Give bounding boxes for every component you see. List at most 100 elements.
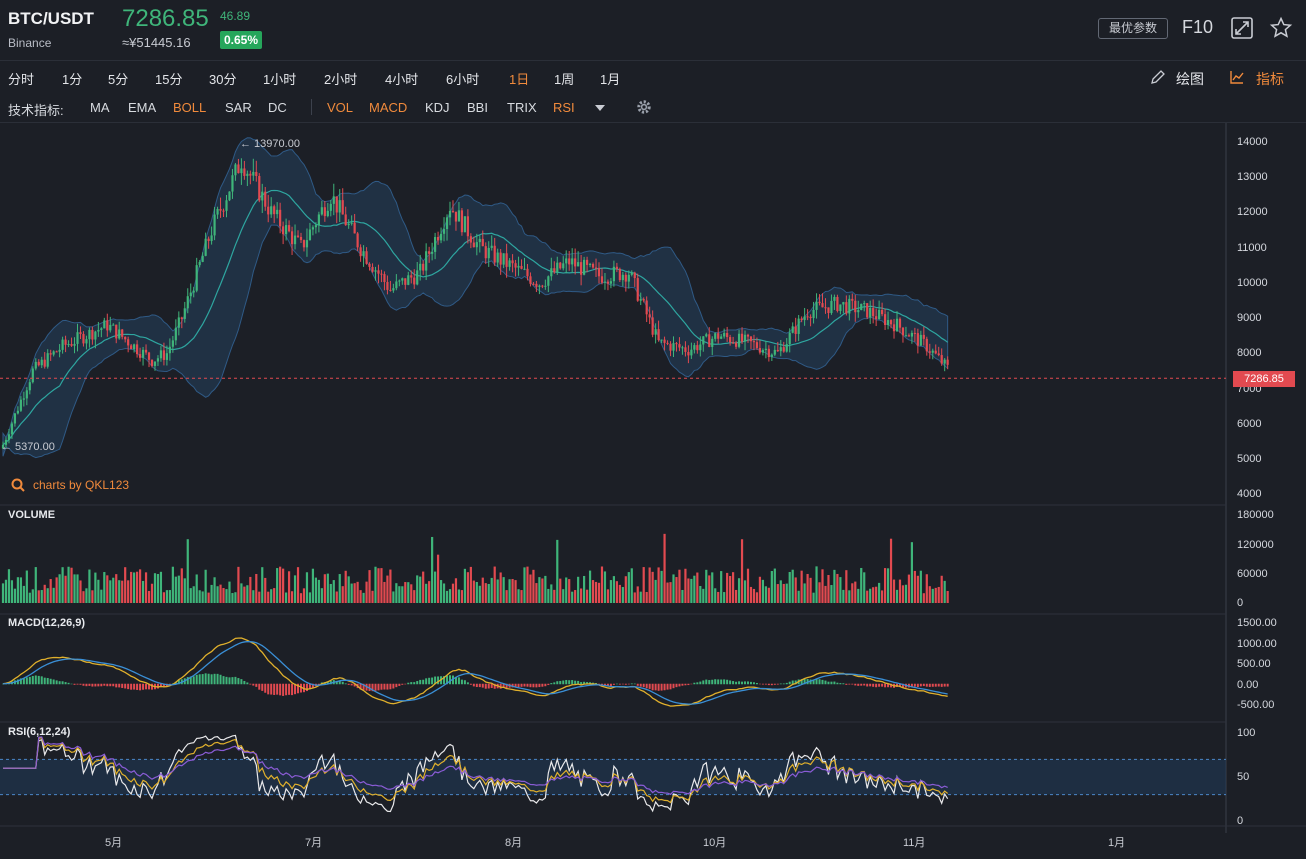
ind-ema[interactable]: EMA bbox=[128, 100, 156, 115]
candle-body bbox=[499, 252, 502, 265]
volume-bar bbox=[651, 571, 654, 603]
volume-bar bbox=[270, 589, 273, 603]
volume-bar bbox=[371, 590, 374, 603]
tf-1d[interactable]: 1日 bbox=[509, 69, 529, 88]
macd-histogram-bar bbox=[556, 681, 559, 685]
candle-body bbox=[380, 273, 383, 275]
macd-histogram-bar bbox=[121, 683, 124, 688]
tf-15min[interactable]: 15分 bbox=[155, 69, 182, 88]
tf-5min[interactable]: 5分 bbox=[108, 69, 128, 88]
volume-bar bbox=[16, 577, 19, 603]
ind-dc[interactable]: DC bbox=[268, 100, 287, 115]
macd-histogram-bar bbox=[726, 679, 729, 685]
macd-histogram-bar bbox=[571, 680, 574, 685]
volume-bar bbox=[761, 579, 764, 603]
star-icon[interactable] bbox=[1269, 16, 1293, 40]
candle-body bbox=[290, 231, 294, 245]
candle-body bbox=[708, 334, 711, 347]
candle-body bbox=[252, 171, 255, 176]
tf-fenshi[interactable]: 分时 bbox=[8, 69, 34, 88]
macd-histogram-bar bbox=[285, 683, 288, 696]
chart-canvas[interactable]: ← 13970.00 ← 5370.00 bbox=[0, 123, 1306, 859]
macd-histogram-bar bbox=[291, 683, 294, 696]
macd-histogram-bar bbox=[270, 683, 273, 695]
macd-histogram-bar bbox=[735, 681, 738, 685]
volume-bar bbox=[64, 575, 67, 603]
volume-bar bbox=[401, 586, 404, 603]
candle-body bbox=[475, 242, 478, 248]
volume-bar bbox=[791, 569, 794, 603]
volume-tick: 60000 bbox=[1237, 568, 1268, 580]
tf-1mo[interactable]: 1月 bbox=[600, 69, 620, 88]
macd-histogram-bar bbox=[633, 683, 636, 685]
tf-4h[interactable]: 4小时 bbox=[385, 69, 418, 88]
volume-bar bbox=[937, 586, 940, 603]
ind-ma[interactable]: MA bbox=[90, 100, 110, 115]
indicator-chart-icon[interactable] bbox=[1229, 69, 1245, 85]
volume-bar bbox=[857, 588, 860, 603]
candle-body bbox=[770, 354, 773, 358]
ind-macd[interactable]: MACD bbox=[369, 100, 407, 115]
candle-body bbox=[526, 268, 529, 277]
ind-sar[interactable]: SAR bbox=[225, 100, 252, 115]
macd-histogram-bar bbox=[404, 683, 407, 685]
volume-bar bbox=[708, 575, 711, 603]
fullscreen-icon[interactable] bbox=[1230, 16, 1254, 40]
candle-body bbox=[472, 242, 475, 248]
candle-body bbox=[186, 296, 189, 309]
volume-bar bbox=[4, 579, 8, 603]
volume-bar bbox=[684, 568, 687, 603]
candle-body bbox=[270, 206, 273, 215]
candle-body bbox=[734, 342, 738, 347]
candle-body bbox=[162, 350, 166, 360]
optimal-params-button[interactable]: 最优参数 bbox=[1098, 18, 1168, 39]
volume-bar bbox=[341, 586, 344, 603]
volume-bar bbox=[183, 578, 186, 603]
macd-histogram-bar bbox=[568, 680, 571, 685]
ind-kdj[interactable]: KDJ bbox=[425, 100, 450, 115]
volume-bar bbox=[583, 575, 586, 603]
volume-bar bbox=[144, 572, 148, 603]
candle-body bbox=[177, 317, 180, 328]
macd-histogram-bar bbox=[764, 683, 767, 685]
tf-6h[interactable]: 6小时 bbox=[446, 69, 479, 88]
macd-histogram-bar bbox=[866, 683, 869, 687]
ind-trix[interactable]: TRIX bbox=[507, 100, 537, 115]
candle-body bbox=[282, 226, 285, 235]
gear-icon[interactable] bbox=[635, 98, 653, 116]
ind-bbi[interactable]: BBI bbox=[467, 100, 488, 115]
macd-histogram-bar bbox=[827, 681, 830, 685]
tf-1h[interactable]: 1小时 bbox=[263, 69, 296, 88]
draw-tool-button[interactable]: 绘图 bbox=[1176, 69, 1204, 89]
candle-body bbox=[374, 270, 377, 272]
volume-bar bbox=[928, 586, 931, 603]
candle-body bbox=[505, 253, 508, 267]
candle-body bbox=[371, 266, 374, 272]
tf-30min[interactable]: 30分 bbox=[209, 69, 236, 88]
volume-bar bbox=[180, 568, 183, 603]
tf-2h[interactable]: 2小时 bbox=[324, 69, 357, 88]
candle-body bbox=[225, 200, 228, 211]
candle-body bbox=[639, 299, 642, 301]
candle-body bbox=[863, 303, 866, 305]
candle-body bbox=[496, 252, 499, 263]
tf-1w[interactable]: 1周 bbox=[554, 69, 574, 88]
ind-rsi[interactable]: RSI bbox=[553, 100, 575, 115]
macd-histogram-bar bbox=[922, 683, 925, 687]
pencil-icon[interactable] bbox=[1150, 69, 1166, 85]
volume-bar bbox=[246, 585, 249, 603]
macd-histogram-bar bbox=[213, 673, 216, 685]
chevron-down-icon[interactable] bbox=[595, 105, 605, 111]
f10-button[interactable]: F10 bbox=[1182, 17, 1213, 38]
macd-histogram-bar bbox=[127, 683, 130, 690]
indicators-button[interactable]: 指标 bbox=[1256, 69, 1284, 89]
macd-histogram-bar bbox=[234, 676, 237, 685]
candle-body bbox=[776, 349, 779, 352]
ind-boll[interactable]: BOLL bbox=[173, 100, 206, 115]
volume-bar bbox=[460, 590, 464, 603]
tf-1min[interactable]: 1分 bbox=[62, 69, 82, 88]
candle-body bbox=[743, 334, 747, 342]
volume-bar bbox=[407, 582, 410, 603]
ind-vol[interactable]: VOL bbox=[327, 100, 353, 115]
macd-histogram-bar bbox=[70, 683, 73, 685]
